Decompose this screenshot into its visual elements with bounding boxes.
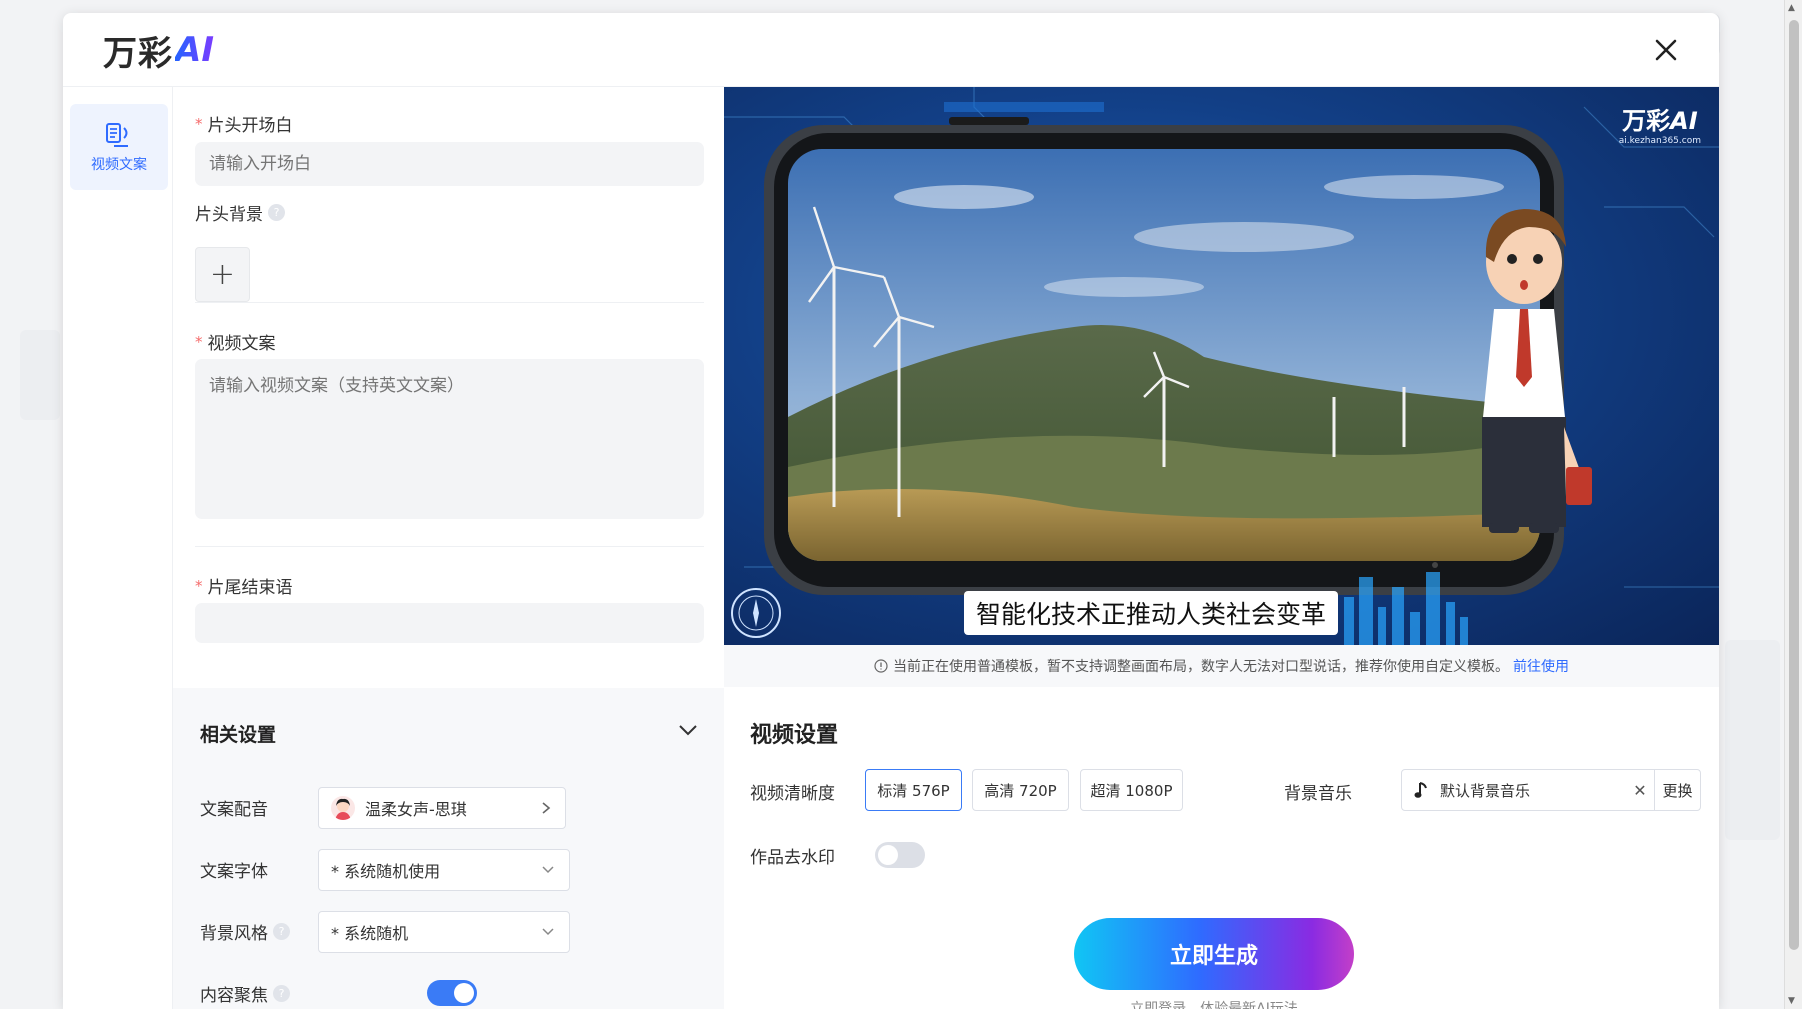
related-settings-title: 相关设置 — [200, 724, 277, 746]
voice-value: 温柔女声-思琪 — [365, 800, 467, 819]
video-preview: 万彩AI ai.kezhan365.com 智能化技术正推动人类社会变革 — [724, 87, 1719, 645]
left-nav: 视频文案 — [63, 87, 173, 1009]
focus-label: 内容聚焦 ? — [200, 981, 290, 1006]
page-scrollbar[interactable]: ▲ ▼ — [1784, 0, 1802, 1009]
bg-style-value: * 系统随机 — [331, 924, 409, 943]
bg-style-select[interactable]: * 系统随机 — [318, 911, 570, 953]
bg-style-label-text: 背景风格 — [200, 924, 268, 944]
remove-watermark-label: 作品去水印 — [750, 848, 835, 868]
focus-label-text: 内容聚焦 — [200, 986, 268, 1006]
required-mark: * — [195, 114, 203, 133]
watermark-url: ai.kezhan365.com — [1618, 136, 1701, 146]
video-settings-title: 视频设置 — [750, 723, 839, 748]
divider — [195, 302, 704, 303]
music-value: 默认背景音乐 — [1440, 781, 1531, 800]
notice-text: 当前正在使用普通模板，暂不支持调整画面布局，数字人无法对口型说话，推荐你使用自定… — [893, 659, 1509, 675]
change-music-button[interactable]: 更换 — [1654, 770, 1700, 810]
cartoon-character — [1482, 209, 1592, 533]
toggle-knob — [454, 983, 474, 1003]
compass-badge — [731, 588, 781, 638]
required-mark: * — [195, 576, 203, 595]
chevron-down-icon — [542, 866, 554, 874]
opening-input[interactable] — [195, 142, 704, 186]
music-selector[interactable]: 默认背景音乐 ✕ 更换 — [1401, 769, 1701, 811]
nav-item-label: 视频文案 — [91, 157, 147, 173]
opening-label: * 片头开场白 — [195, 111, 293, 137]
scrollbar-thumb[interactable] — [1789, 20, 1799, 950]
chevron-down-icon[interactable] — [678, 723, 698, 737]
watermark-ai: AI — [1670, 107, 1698, 135]
related-settings: 相关设置 文案配音 温柔女声-思琪 文案字体 * 系统随机使用 背景风格 ? *… — [173, 688, 724, 1009]
template-notice: 当前正在使用普通模板，暂不支持调整画面布局，数字人无法对口型说话，推荐你使用自定… — [724, 645, 1719, 687]
add-opening-bg-button[interactable]: + — [195, 247, 250, 302]
close-icon: ✕ — [1633, 780, 1647, 800]
logo-ai-mark: AI — [175, 30, 214, 70]
girl-avatar-icon — [335, 798, 351, 820]
voice-select[interactable]: 温柔女声-思琪 — [318, 787, 566, 829]
scroll-up-icon[interactable]: ▲ — [1788, 3, 1795, 13]
voice-label: 文案配音 — [200, 800, 268, 820]
resolution-label-text: 高清 720P — [984, 781, 1057, 800]
help-icon[interactable]: ? — [268, 204, 285, 221]
bg-style-label: 背景风格 ? — [200, 919, 290, 944]
landscape-image — [788, 149, 1540, 561]
scroll-down-icon[interactable]: ▼ — [1788, 996, 1795, 1006]
collapse-button[interactable] — [678, 722, 698, 741]
go-to-custom-template-link[interactable]: 前往使用 — [1513, 656, 1569, 676]
required-mark: * — [195, 332, 203, 351]
script-label: * 视频文案 — [195, 329, 276, 355]
opening-label-text: 片头开场白 — [207, 116, 293, 136]
closing-label: * 片尾结束语 — [195, 573, 293, 599]
focus-toggle[interactable] — [427, 980, 477, 1006]
background-panel — [20, 330, 60, 420]
watermark-text: 万彩 — [1622, 107, 1671, 135]
script-label-text: 视频文案 — [207, 334, 276, 354]
resolution-720p-button[interactable]: 高清 720P — [972, 769, 1069, 811]
close-icon[interactable] — [1651, 35, 1681, 65]
divider — [195, 546, 704, 547]
script-textarea[interactable] — [195, 359, 704, 519]
closing-label-text: 片尾结束语 — [207, 578, 293, 598]
plus-icon: + — [209, 257, 236, 292]
help-icon[interactable]: ? — [273, 985, 290, 1002]
toggle-knob — [878, 845, 898, 865]
script-form: * 片头开场白 片头背景 ? + * 视频文案 * 片尾结束语 — [173, 87, 724, 702]
resolution-576p-button[interactable]: 标清 576P — [865, 769, 962, 811]
voice-avatar — [331, 796, 355, 820]
preview-scene — [724, 87, 1719, 645]
info-icon — [874, 659, 888, 673]
font-select[interactable]: * 系统随机使用 — [318, 849, 570, 891]
clear-music-button[interactable]: ✕ — [1626, 781, 1654, 800]
remove-watermark-toggle[interactable] — [875, 842, 925, 868]
chevron-right-icon — [542, 802, 551, 814]
deco-bar — [944, 102, 1104, 112]
resolution-label-text: 标清 576P — [877, 781, 950, 800]
preview-subtitle: 智能化技术正推动人类社会变革 — [964, 591, 1339, 635]
resolution-label: 视频清晰度 — [750, 784, 835, 804]
video-create-modal: 万彩 AI 视频文案 * 片头开场白 片头背景 ? — [63, 13, 1719, 1009]
font-value: * 系统随机使用 — [331, 862, 441, 881]
closing-input[interactable] — [195, 603, 704, 643]
video-settings: 视频设置 视频清晰度 标清 576P 高清 720P 超清 1080P 背景音乐… — [724, 687, 1719, 1009]
font-label: 文案字体 — [200, 862, 268, 882]
opening-bg-label-text: 片头背景 — [195, 205, 263, 225]
preview-watermark: 万彩AI ai.kezhan365.com — [1619, 101, 1701, 146]
generate-button[interactable]: 立即生成 — [1074, 918, 1354, 990]
music-note-icon — [1414, 782, 1427, 798]
resolution-1080p-button[interactable]: 超清 1080P — [1080, 769, 1183, 811]
help-icon[interactable]: ? — [273, 923, 290, 940]
modal-header: 万彩 AI — [63, 13, 1719, 87]
resolution-label-text: 超清 1080P — [1090, 781, 1173, 800]
music-label: 背景音乐 — [1284, 784, 1352, 804]
script-icon — [106, 123, 128, 147]
close-button[interactable] — [1651, 35, 1681, 65]
login-hint[interactable]: 立即登录，体验最新AI玩法 — [1074, 998, 1354, 1009]
nav-item-video-script[interactable]: 视频文案 — [70, 104, 168, 190]
brand-logo: 万彩 AI — [103, 27, 214, 74]
logo-text: 万彩 — [103, 33, 173, 74]
chevron-down-icon — [542, 928, 554, 936]
opening-bg-label: 片头背景 ? — [195, 200, 285, 225]
background-panel — [1725, 640, 1780, 840]
